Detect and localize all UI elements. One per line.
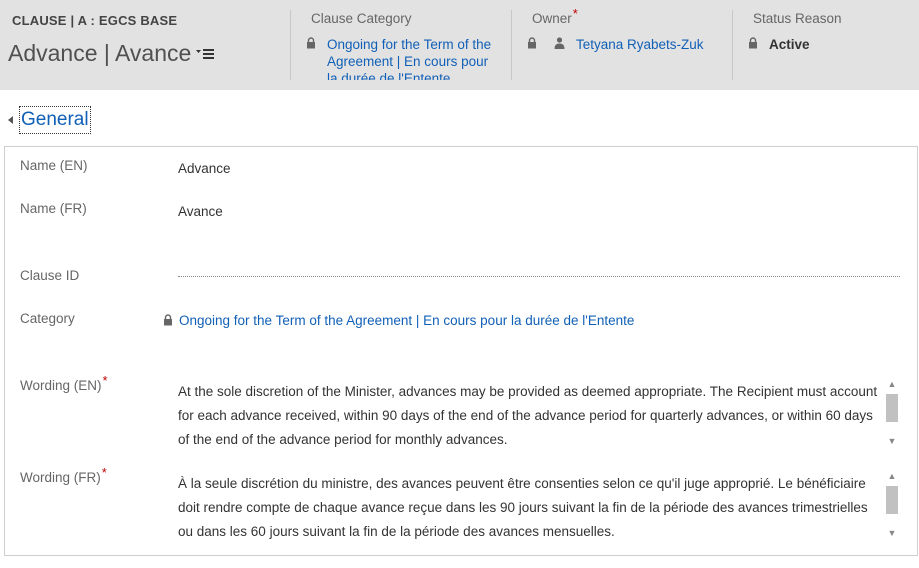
scroll-up-icon[interactable]: ▲ xyxy=(884,469,900,483)
lock-icon xyxy=(749,37,757,49)
scroll-up-icon[interactable]: ▲ xyxy=(884,377,900,391)
lock-icon xyxy=(307,37,315,49)
owner-link[interactable]: Tetyana Ryabets-Zuk xyxy=(576,36,704,53)
wording-fr-scrollbar[interactable]: ▲ ▼ xyxy=(884,469,900,541)
status-reason-value: Active xyxy=(769,37,810,52)
name-en-field[interactable]: Advance xyxy=(178,161,231,176)
wording-en-label: Wording (EN)* xyxy=(20,373,108,393)
required-marker: * xyxy=(101,465,107,480)
scrollbar-thumb[interactable] xyxy=(886,394,898,422)
clause-category-link[interactable]: Ongoing for the Term of the Agreement | … xyxy=(327,36,499,80)
record-header: CLAUSE | A : EGCS BASE Advance | Avance … xyxy=(0,0,919,90)
scroll-down-icon[interactable]: ▼ xyxy=(884,526,900,540)
owner-label: Owner* xyxy=(532,6,578,26)
header-field-owner: Owner* Tetyana Ryabets-Zuk xyxy=(511,0,731,90)
name-fr-field[interactable]: Avance xyxy=(178,204,223,219)
entity-type-label: CLAUSE | A : EGCS BASE xyxy=(12,13,178,28)
form-selector-menu-icon[interactable] xyxy=(196,47,214,61)
header-divider xyxy=(290,10,291,80)
scroll-down-icon[interactable]: ▼ xyxy=(884,434,900,448)
clause-id-field[interactable] xyxy=(178,276,900,277)
record-title: Advance | Avance xyxy=(8,40,192,66)
scrollbar-thumb[interactable] xyxy=(886,486,898,514)
header-divider xyxy=(732,10,733,80)
wording-en-scrollbar[interactable]: ▲ ▼ xyxy=(884,377,900,449)
lock-icon xyxy=(164,314,172,326)
wording-fr-textarea[interactable]: À la seule discrétion du ministre, des a… xyxy=(178,472,886,544)
user-icon xyxy=(554,37,565,49)
header-field-status-reason: Status Reason Active xyxy=(732,0,919,90)
section-title-general[interactable]: General xyxy=(19,106,91,134)
status-reason-label: Status Reason xyxy=(753,11,842,26)
clause-category-label: Clause Category xyxy=(311,11,412,26)
category-label: Category xyxy=(20,311,75,326)
category-link[interactable]: Ongoing for the Term of the Agreement | … xyxy=(179,313,634,328)
collapse-triangle-icon[interactable] xyxy=(8,116,13,124)
name-en-label: Name (EN) xyxy=(20,158,88,173)
wording-fr-label: Wording (FR)* xyxy=(20,465,107,485)
header-field-clause-category: Clause Category Ongoing for the Term of … xyxy=(290,0,510,90)
clause-id-label: Clause ID xyxy=(20,268,80,283)
required-marker: * xyxy=(102,373,108,388)
required-marker: * xyxy=(572,6,578,21)
general-section-form: Name (EN) Advance Name (FR) Avance Claus… xyxy=(4,146,918,556)
name-fr-label: Name (FR) xyxy=(20,201,87,216)
wording-en-textarea[interactable]: At the sole discretion of the Minister, … xyxy=(178,380,886,452)
lock-icon xyxy=(528,37,536,49)
header-divider xyxy=(511,10,512,80)
